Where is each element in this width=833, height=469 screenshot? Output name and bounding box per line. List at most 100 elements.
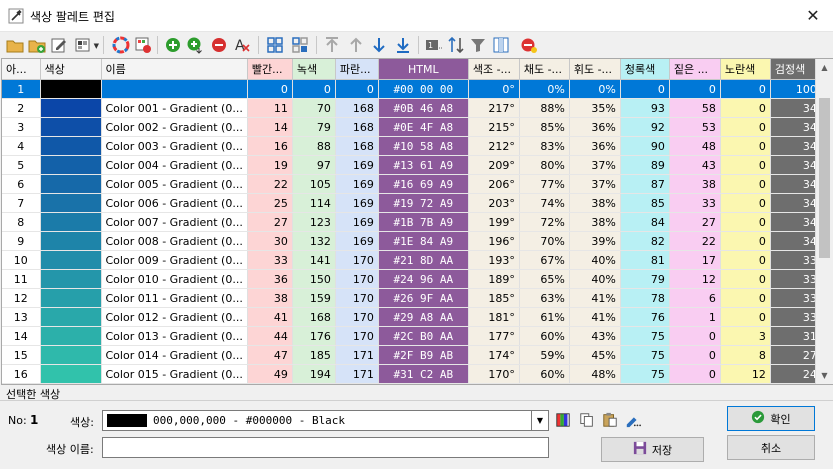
row-cyan: 0 bbox=[620, 79, 670, 99]
col-header-black[interactable]: 검정색 bbox=[770, 59, 822, 80]
row-luminance: 45% bbox=[569, 345, 621, 365]
row-index: 12 bbox=[2, 288, 41, 308]
remove-color-icon[interactable] bbox=[208, 34, 230, 56]
row-yellow: 0 bbox=[720, 193, 771, 213]
row-magenta: 33 bbox=[669, 193, 721, 213]
move-bottom-icon[interactable] bbox=[392, 34, 414, 56]
row-luminance: 40% bbox=[569, 269, 621, 289]
table-row[interactable]: 8 Color 007 - Gradient (0... 27 123 169 #1B 7… bbox=[2, 212, 822, 232]
color-swatch-cell bbox=[40, 136, 102, 156]
table-row[interactable]: 4 Color 003 - Gradient (0... 16 88 168 #10 58… bbox=[2, 136, 822, 156]
move-up-icon[interactable] bbox=[345, 34, 367, 56]
clear-format-icon[interactable]: A bbox=[231, 34, 253, 56]
move-down-icon[interactable] bbox=[368, 34, 390, 56]
row-green: 141 bbox=[292, 250, 336, 270]
col-header-swatch[interactable]: 색상 bbox=[40, 59, 102, 80]
palette-settings-icon[interactable] bbox=[132, 34, 154, 56]
col-header-red[interactable]: 빨간... bbox=[247, 59, 293, 80]
move-top-icon[interactable] bbox=[321, 34, 343, 56]
paste-icon[interactable] bbox=[601, 411, 619, 429]
row-yellow: 3 bbox=[720, 326, 771, 346]
edit-palette-icon[interactable] bbox=[48, 34, 70, 56]
scroll-thumb[interactable] bbox=[819, 98, 830, 258]
row-green: 114 bbox=[292, 193, 336, 213]
more-options-icon[interactable] bbox=[624, 411, 642, 429]
add-folder-icon[interactable] bbox=[26, 34, 48, 56]
row-index: 7 bbox=[2, 193, 41, 213]
col-header-luminance[interactable]: 휘도 -... bbox=[569, 59, 621, 80]
row-yellow: 0 bbox=[720, 136, 771, 156]
row-green: 194 bbox=[292, 364, 336, 384]
svg-text:1: 1 bbox=[428, 41, 433, 50]
row-index: 14 bbox=[2, 326, 41, 346]
col-header-magenta[interactable]: 짙은 ... bbox=[669, 59, 721, 80]
toolbar: ▼ A 1 bbox=[0, 32, 833, 58]
col-header-blue[interactable]: 파란... bbox=[335, 59, 379, 80]
row-black: 34 bbox=[770, 193, 822, 213]
table-row[interactable]: 1 0 0 0 #00 00 00 0° 0% 0% 0 0 0 100 bbox=[2, 79, 822, 99]
row-saturation: 67% bbox=[519, 250, 570, 270]
color-wheel-icon[interactable] bbox=[110, 34, 132, 56]
chevron-down-icon[interactable]: ▼ bbox=[531, 411, 548, 430]
palette-menu-icon[interactable]: ▼ bbox=[72, 34, 99, 56]
row-cyan: 84 bbox=[620, 212, 670, 232]
add-after-icon[interactable] bbox=[184, 34, 206, 56]
col-header-saturation[interactable]: 채도 -... bbox=[519, 59, 570, 80]
table-row[interactable]: 12 Color 011 - Gradient (0... 38 159 170 #26 … bbox=[2, 288, 822, 308]
vertical-scrollbar[interactable]: ▲ ▼ bbox=[815, 59, 833, 384]
row-yellow: 0 bbox=[720, 269, 771, 289]
row-black: 34 bbox=[770, 174, 822, 194]
row-saturation: 72% bbox=[519, 212, 570, 232]
filter-icon[interactable] bbox=[467, 34, 489, 56]
numbering-icon[interactable]: 1 bbox=[423, 34, 445, 56]
col-header-hue[interactable]: 색조 -... bbox=[468, 59, 520, 80]
row-red: 22 bbox=[247, 174, 293, 194]
color-combo[interactable]: 000,000,000 - #000000 - Black ▼ bbox=[102, 410, 549, 431]
stop-icon[interactable] bbox=[518, 34, 540, 56]
table-row[interactable]: 3 Color 002 - Gradient (0... 14 79 168 #0E 4F… bbox=[2, 117, 822, 137]
table-row[interactable]: 5 Color 004 - Gradient (0... 19 97 169 #13 61… bbox=[2, 155, 822, 175]
save-button[interactable]: 저장 bbox=[601, 437, 704, 462]
scroll-up-icon[interactable]: ▲ bbox=[816, 59, 833, 76]
color-swatch-cell bbox=[40, 269, 102, 289]
scroll-down-icon[interactable]: ▼ bbox=[816, 367, 833, 384]
table-row[interactable]: 2 Color 001 - Gradient (0... 11 70 168 #0B 46… bbox=[2, 98, 822, 118]
col-header-html[interactable]: HTML bbox=[378, 59, 469, 80]
col-header-yellow[interactable]: 노란색 bbox=[720, 59, 771, 80]
col-header-index[interactable]: 아... bbox=[2, 59, 41, 80]
row-hue: 170° bbox=[468, 364, 520, 384]
add-color-icon[interactable] bbox=[162, 34, 184, 56]
table-row[interactable]: 14 Color 013 - Gradient (0... 44 176 170 #2C … bbox=[2, 326, 822, 346]
row-html: #0E 4F A8 bbox=[378, 117, 469, 137]
close-icon[interactable]: ✕ bbox=[793, 0, 833, 31]
cancel-button[interactable]: 취소 bbox=[727, 435, 815, 460]
row-luminance: 48% bbox=[569, 364, 621, 384]
color-grid[interactable]: 아... 색상 이름 빨간... 녹색 파란... HTML 색조 -... 채… bbox=[1, 58, 833, 385]
color-picker-icon[interactable] bbox=[554, 411, 572, 429]
col-header-green[interactable]: 녹색 bbox=[292, 59, 336, 80]
color-name-input[interactable] bbox=[102, 437, 549, 458]
grid-select-icon[interactable] bbox=[289, 34, 311, 56]
table-row[interactable]: 6 Color 005 - Gradient (0... 22 105 169 #16 6… bbox=[2, 174, 822, 194]
table-row[interactable]: 15 Color 014 - Gradient (0... 47 185 171 #2F … bbox=[2, 345, 822, 365]
row-magenta: 48 bbox=[669, 136, 721, 156]
table-row[interactable]: 10 Color 009 - Gradient (0... 33 141 170 #21 … bbox=[2, 250, 822, 270]
grid-view-icon[interactable] bbox=[264, 34, 286, 56]
table-row[interactable]: 11 Color 010 - Gradient (0... 36 150 170 #24 … bbox=[2, 269, 822, 289]
table-row[interactable]: 13 Color 012 - Gradient (0... 41 168 170 #29 … bbox=[2, 307, 822, 327]
col-header-cyan[interactable]: 청록색 bbox=[620, 59, 670, 80]
ok-button[interactable]: 확인 bbox=[727, 406, 815, 431]
row-luminance: 38% bbox=[569, 193, 621, 213]
row-red: 44 bbox=[247, 326, 293, 346]
row-html: #19 72 A9 bbox=[378, 193, 469, 213]
open-folder-icon[interactable] bbox=[4, 34, 26, 56]
row-index: 4 bbox=[2, 136, 41, 156]
table-row[interactable]: 7 Color 006 - Gradient (0... 25 114 169 #19 7… bbox=[2, 193, 822, 213]
copy-icon[interactable] bbox=[578, 411, 596, 429]
table-row[interactable]: 16 Color 015 - Gradient (0... 49 194 171 #31 … bbox=[2, 364, 822, 384]
col-header-name[interactable]: 이름 bbox=[101, 59, 248, 80]
columns-icon[interactable] bbox=[490, 34, 512, 56]
sort-icon[interactable] bbox=[445, 34, 467, 56]
table-row[interactable]: 9 Color 008 - Gradient (0... 30 132 169 #1E 8… bbox=[2, 231, 822, 251]
row-green: 88 bbox=[292, 136, 336, 156]
